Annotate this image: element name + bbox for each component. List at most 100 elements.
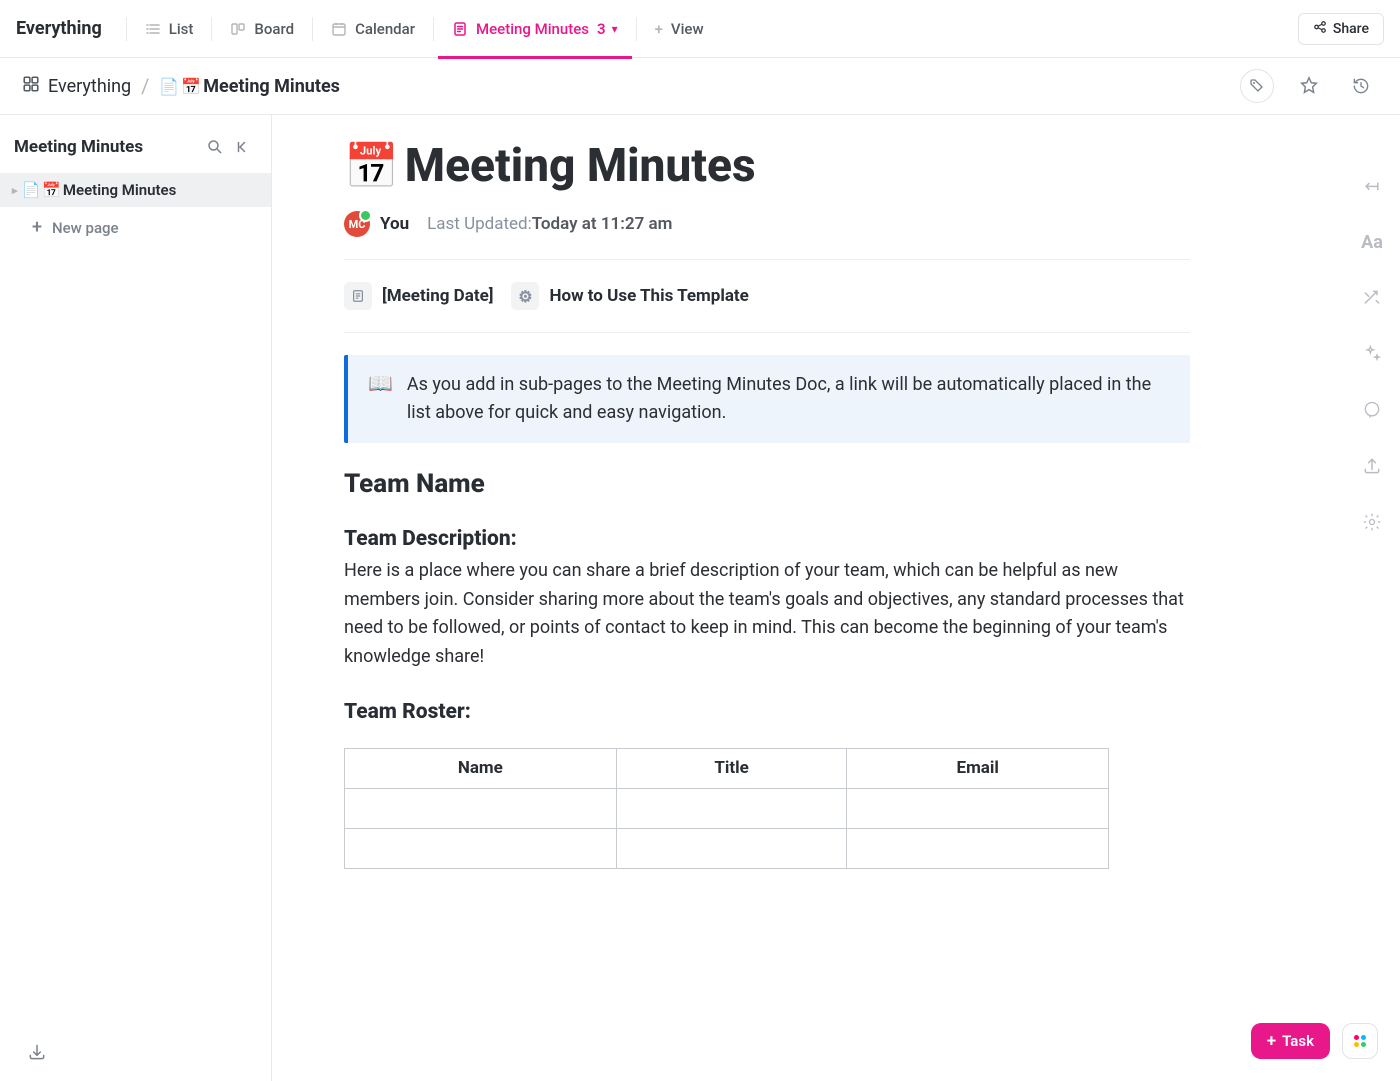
table-row[interactable] <box>345 828 1109 868</box>
task-label: Task <box>1282 1032 1314 1050</box>
workspace-title[interactable]: Everything <box>16 18 102 39</box>
tab-list[interactable]: List <box>131 0 208 58</box>
apps-fab[interactable] <box>1342 1023 1378 1059</box>
heading-team-name[interactable]: Team Name <box>344 469 1190 499</box>
share-icon <box>1313 20 1327 38</box>
book-icon: 📖 <box>368 371 393 395</box>
collapse-sidebar-button[interactable] <box>229 133 257 161</box>
sidebar-title: Meeting Minutes <box>14 137 201 157</box>
share-label: Share <box>1333 21 1369 37</box>
tab-board[interactable]: Board <box>216 0 308 58</box>
tab-meeting-minutes[interactable]: Meeting Minutes 3 ▾ <box>438 0 632 58</box>
calendar-emoji-icon: 📅 <box>181 77 201 96</box>
add-view-button[interactable]: + View <box>641 0 718 58</box>
breadcrumb-separator: / <box>141 74 149 98</box>
favorite-star-button[interactable] <box>1292 69 1326 103</box>
page-title-text: Meeting Minutes <box>405 139 756 193</box>
caret-right-icon[interactable]: ▸ <box>12 184 18 197</box>
doc-flag-icon: 📄 <box>22 181 41 199</box>
divider <box>433 17 434 41</box>
subpage-label: How to Use This Template <box>549 286 748 306</box>
chevron-down-icon[interactable]: ▾ <box>612 22 618 36</box>
last-updated-label: Last Updated: <box>427 214 532 234</box>
calendar-emoji-icon: 📅 <box>344 140 399 192</box>
cell-email[interactable] <box>847 828 1109 868</box>
avatar[interactable]: MC <box>344 211 370 237</box>
author-name[interactable]: You <box>380 214 409 234</box>
divider <box>636 17 637 41</box>
tag-button[interactable] <box>1240 69 1274 103</box>
new-task-fab[interactable]: + Task <box>1251 1023 1330 1059</box>
grid-icon[interactable] <box>22 75 40 97</box>
info-callout: 📖 As you add in sub-pages to the Meeting… <box>344 355 1190 443</box>
tab-label: List <box>169 20 194 38</box>
plus-icon: + <box>1267 1031 1276 1051</box>
tab-label: View <box>671 20 704 38</box>
callout-text: As you add in sub-pages to the Meeting M… <box>407 371 1170 427</box>
calendar-emoji-icon: 📅 <box>42 181 61 199</box>
settings-gear-icon[interactable] <box>1359 509 1385 535</box>
last-updated-value: Today at 11:27 am <box>532 214 673 234</box>
magic-icon[interactable] <box>1359 341 1385 367</box>
breadcrumb-root[interactable]: Everything <box>48 76 131 97</box>
page-title[interactable]: 📅 Meeting Minutes <box>344 139 1190 193</box>
divider <box>126 17 127 41</box>
right-tool-rail: ↤ Aa <box>1352 173 1392 535</box>
heading-team-roster[interactable]: Team Roster: <box>344 700 1190 724</box>
sidebar-item-label: Meeting Minutes <box>63 181 176 199</box>
typography-icon[interactable]: Aa <box>1359 229 1385 255</box>
subpage-how-to-use[interactable]: ⚙ How to Use This Template <box>511 282 748 310</box>
divider <box>344 332 1190 333</box>
cell-email[interactable] <box>847 788 1109 828</box>
gear-icon: ⚙ <box>511 282 539 310</box>
cell-name[interactable] <box>345 828 617 868</box>
sidebar-item-meeting-minutes[interactable]: ▸ 📄 📅 Meeting Minutes <box>0 173 271 207</box>
byline: MC You Last Updated: Today at 11:27 am <box>344 211 1190 237</box>
history-button[interactable] <box>1344 69 1378 103</box>
comment-icon[interactable] <box>1359 397 1385 423</box>
divider <box>211 17 212 41</box>
cell-title[interactable] <box>616 788 847 828</box>
col-email[interactable]: Email <box>847 748 1109 788</box>
doc-icon <box>452 21 468 37</box>
list-icon <box>145 21 161 37</box>
new-page-button[interactable]: + New page <box>0 207 271 248</box>
plus-icon: + <box>32 217 42 238</box>
tab-label: Meeting Minutes <box>476 20 589 38</box>
top-navigation: Everything List Board Calendar Meeting M… <box>0 0 1400 58</box>
share-button[interactable]: Share <box>1298 13 1384 45</box>
back-arrow-icon[interactable]: ↤ <box>1359 173 1385 199</box>
doc-flag-icon: 📄 <box>159 77 179 96</box>
heading-team-description[interactable]: Team Description: <box>344 527 1190 551</box>
divider <box>344 259 1190 260</box>
share-arrow-icon[interactable] <box>1359 453 1385 479</box>
cell-name[interactable] <box>345 788 617 828</box>
breadcrumb-doc-title[interactable]: Meeting Minutes <box>203 76 340 97</box>
doc-main: 📅 Meeting Minutes MC You Last Updated: T… <box>272 115 1400 1081</box>
subpage-meeting-date[interactable]: [Meeting Date] <box>344 282 493 310</box>
import-button[interactable] <box>20 1035 54 1069</box>
table-header-row: Name Title Email <box>345 748 1109 788</box>
plus-icon: + <box>655 20 663 38</box>
doc-sidebar: Meeting Minutes ▸ 📄 📅 Meeting Minutes + … <box>0 115 272 1081</box>
tab-badge: 3 <box>597 20 606 38</box>
cell-title[interactable] <box>616 828 847 868</box>
team-description-body[interactable]: Here is a place where you can share a br… <box>344 557 1190 672</box>
breadcrumb-bar: Everything / 📄 📅 Meeting Minutes <box>0 58 1400 114</box>
col-name[interactable]: Name <box>345 748 617 788</box>
board-icon <box>230 21 246 37</box>
tab-label: Calendar <box>355 20 415 38</box>
calendar-icon <box>331 21 347 37</box>
new-page-label: New page <box>52 219 119 237</box>
roster-table[interactable]: Name Title Email <box>344 748 1109 869</box>
subpage-label: [Meeting Date] <box>382 286 493 306</box>
tab-calendar[interactable]: Calendar <box>317 0 429 58</box>
divider <box>312 17 313 41</box>
table-row[interactable] <box>345 788 1109 828</box>
doc-icon <box>344 282 372 310</box>
tab-label: Board <box>254 20 294 38</box>
subpage-nav: [Meeting Date] ⚙ How to Use This Templat… <box>344 282 1190 310</box>
search-button[interactable] <box>201 133 229 161</box>
ai-sparkle-icon[interactable] <box>1359 285 1385 311</box>
col-title[interactable]: Title <box>616 748 847 788</box>
